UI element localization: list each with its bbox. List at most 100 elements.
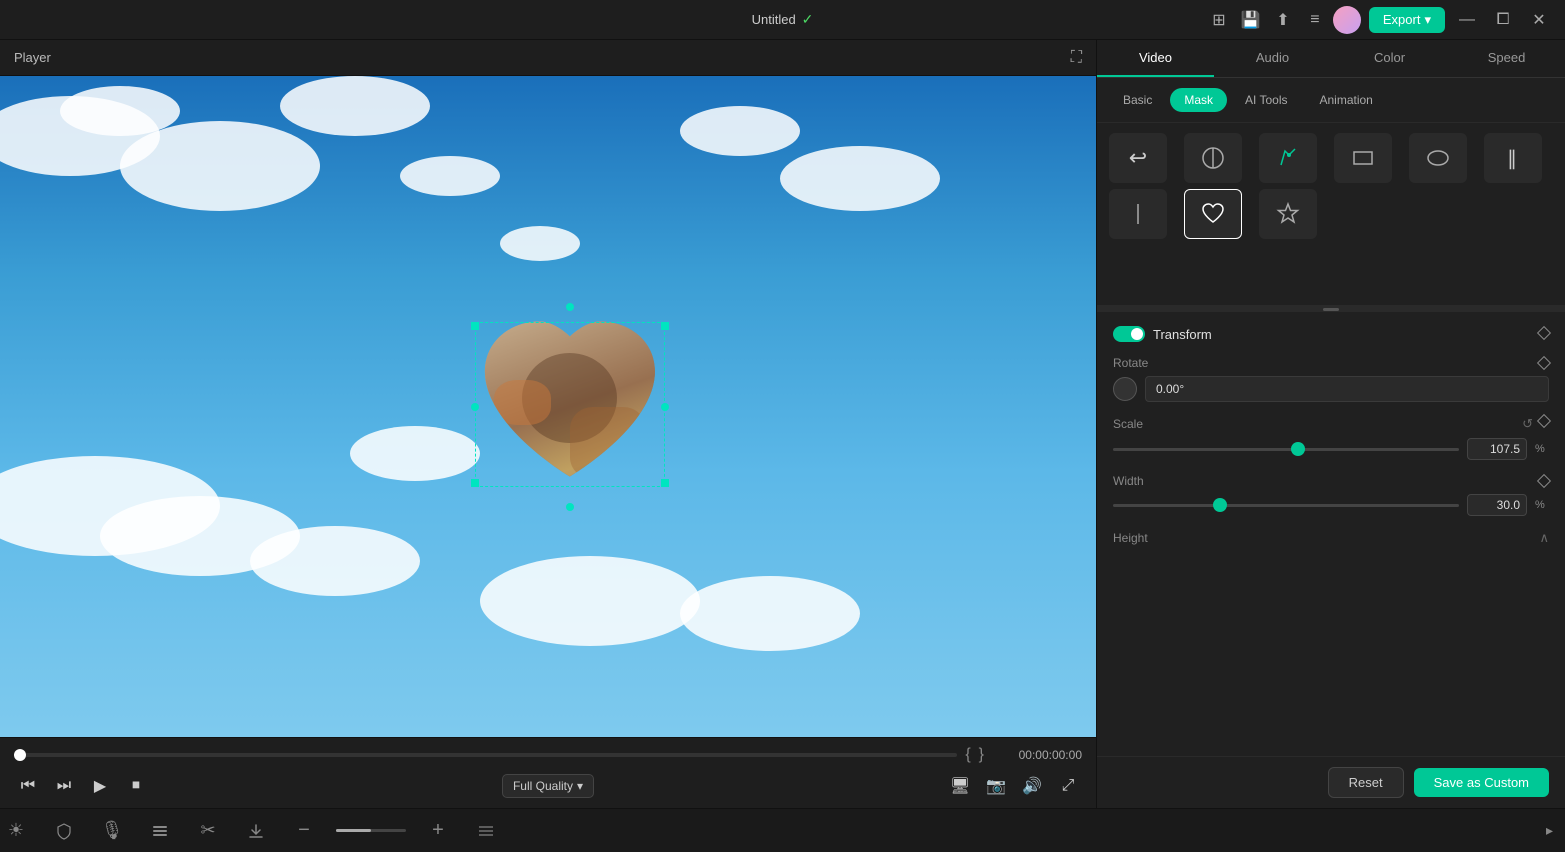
title-center: Untitled ✓ [752, 11, 814, 28]
vol-track[interactable] [336, 829, 406, 832]
cloud [120, 121, 320, 211]
export-button[interactable]: Export ▾ [1369, 7, 1445, 33]
pen-mask-btn[interactable] [1259, 133, 1317, 183]
maximize-button[interactable]: ⧠ [1489, 6, 1517, 34]
rotate-control-row [1113, 376, 1549, 402]
play-button[interactable]: ▶ [86, 772, 114, 800]
width-value-input[interactable] [1467, 494, 1527, 516]
layout-icon[interactable]: ⊞ [1209, 10, 1229, 30]
player-panel: Player ⛶ [0, 40, 1097, 808]
avatar[interactable] [1333, 6, 1361, 34]
cloud [780, 146, 940, 211]
handle-left[interactable] [471, 403, 479, 411]
download-icon[interactable] [240, 815, 272, 847]
handle-bottom-right[interactable] [661, 479, 669, 487]
grid-lines-icon[interactable] [470, 815, 502, 847]
transform-toggle[interactable] [1113, 326, 1145, 342]
handle-right[interactable] [661, 403, 669, 411]
playback-buttons: ⏮ ⏭ ▶ ⏹ [14, 772, 150, 800]
rotate-property: Rotate [1113, 356, 1549, 402]
circle-mask-btn[interactable] [1184, 133, 1242, 183]
rotate-knob[interactable] [1113, 377, 1137, 401]
volume-icon[interactable]: 🔊 [1018, 772, 1046, 800]
cloud [500, 226, 580, 261]
empty-mask-slot-2 [1409, 189, 1467, 239]
play-step-button[interactable]: ⏭ [50, 772, 78, 800]
monitor-icon[interactable]: 🖥 [946, 772, 974, 800]
tab-video[interactable]: Video [1097, 40, 1214, 77]
stop-button[interactable]: ⏹ [122, 772, 150, 800]
heart-mask-btn[interactable] [1184, 189, 1242, 239]
handle-top-left[interactable] [471, 322, 479, 330]
reset-button[interactable]: Reset [1328, 767, 1404, 798]
save-as-custom-button[interactable]: Save as Custom [1414, 768, 1549, 797]
zoom-out-icon[interactable]: − [288, 815, 320, 847]
tab-speed[interactable]: Speed [1448, 40, 1565, 77]
volume-slider[interactable] [336, 829, 406, 832]
subtab-ai-tools[interactable]: AI Tools [1231, 88, 1301, 112]
video-preview [0, 76, 1096, 737]
none-mask-btn[interactable]: ↩ [1109, 133, 1167, 183]
bracket-left-btn[interactable]: { [965, 746, 970, 764]
expand-right-icon[interactable]: ▸ [1546, 822, 1553, 839]
empty-mask-slot-4 [1109, 245, 1167, 295]
quality-chevron-icon: ▾ [577, 779, 583, 793]
scale-keyframe-icon[interactable] [1537, 414, 1551, 428]
vol-fill [336, 829, 371, 832]
rect-mask-btn[interactable] [1334, 133, 1392, 183]
subtab-mask[interactable]: Mask [1170, 88, 1227, 112]
ellipse-mask-btn[interactable] [1409, 133, 1467, 183]
save-icon[interactable]: 💾 [1241, 10, 1261, 30]
line-mask-btn[interactable] [1109, 189, 1167, 239]
screenshot-icon[interactable]: 📷 [982, 772, 1010, 800]
scale-control-row: % [1113, 438, 1549, 460]
cloud-upload-icon[interactable]: ⬆ [1273, 10, 1293, 30]
menu-icon[interactable]: ≡ [1305, 10, 1325, 30]
width-keyframe-icon[interactable] [1537, 474, 1551, 488]
step-back-button[interactable]: ⏮ [14, 772, 42, 800]
star-mask-btn[interactable] [1259, 189, 1317, 239]
timeline-track[interactable] [14, 753, 957, 757]
width-slider[interactable] [1113, 504, 1459, 507]
cloud [680, 106, 800, 156]
shield-icon[interactable] [48, 815, 80, 847]
handle-bottom-left[interactable] [471, 479, 479, 487]
rotate-input[interactable] [1145, 376, 1549, 402]
handle-top[interactable] [566, 303, 574, 311]
cut-icon[interactable]: ✂ [192, 815, 224, 847]
subtab-animation[interactable]: Animation [1305, 88, 1386, 112]
list-icon[interactable] [144, 815, 176, 847]
timeline-thumb[interactable] [14, 749, 26, 761]
tab-color[interactable]: Color [1331, 40, 1448, 77]
fullscreen-icon[interactable]: ⛶ [1071, 49, 1082, 67]
height-chevron-icon[interactable]: ∧ [1539, 530, 1549, 546]
handle-bottom-mid[interactable] [566, 503, 574, 511]
tab-audio[interactable]: Audio [1214, 40, 1331, 77]
bracket-right-btn[interactable]: } [979, 746, 984, 764]
scale-slider[interactable] [1113, 448, 1459, 451]
minimize-button[interactable]: — [1453, 6, 1481, 34]
mic-icon[interactable]: 🎙 [96, 815, 128, 847]
zoom-in-icon[interactable]: + [422, 815, 454, 847]
lines-mask-btn[interactable]: ∥ [1484, 133, 1542, 183]
rotate-keyframe-icon[interactable] [1537, 356, 1551, 370]
timeline-row: { } 00:00:00:00 [0, 738, 1096, 768]
export-label: Export [1383, 12, 1421, 27]
quality-selector[interactable]: Full Quality ▾ [502, 774, 594, 798]
close-button[interactable]: ✕ [1525, 6, 1553, 34]
expand-icon[interactable]: ⤢ [1054, 772, 1082, 800]
width-control-row: % [1113, 494, 1549, 516]
scale-value-input[interactable] [1467, 438, 1527, 460]
reset-icon[interactable]: ↺ [1522, 416, 1533, 432]
settings-icon[interactable]: ☀ [0, 815, 32, 847]
subtab-basic[interactable]: Basic [1109, 88, 1166, 112]
right-panel: Video Audio Color Speed Basic Mask AI To… [1097, 40, 1565, 808]
cloud [350, 426, 480, 481]
transform-diamond-icon[interactable] [1539, 327, 1549, 341]
scale-slider-container [1113, 439, 1459, 459]
transform-title: Transform [1113, 326, 1212, 342]
main-area: Player ⛶ [0, 40, 1565, 808]
scale-unit: % [1535, 443, 1549, 455]
handle-top-right[interactable] [661, 322, 669, 330]
cloud [250, 526, 420, 596]
